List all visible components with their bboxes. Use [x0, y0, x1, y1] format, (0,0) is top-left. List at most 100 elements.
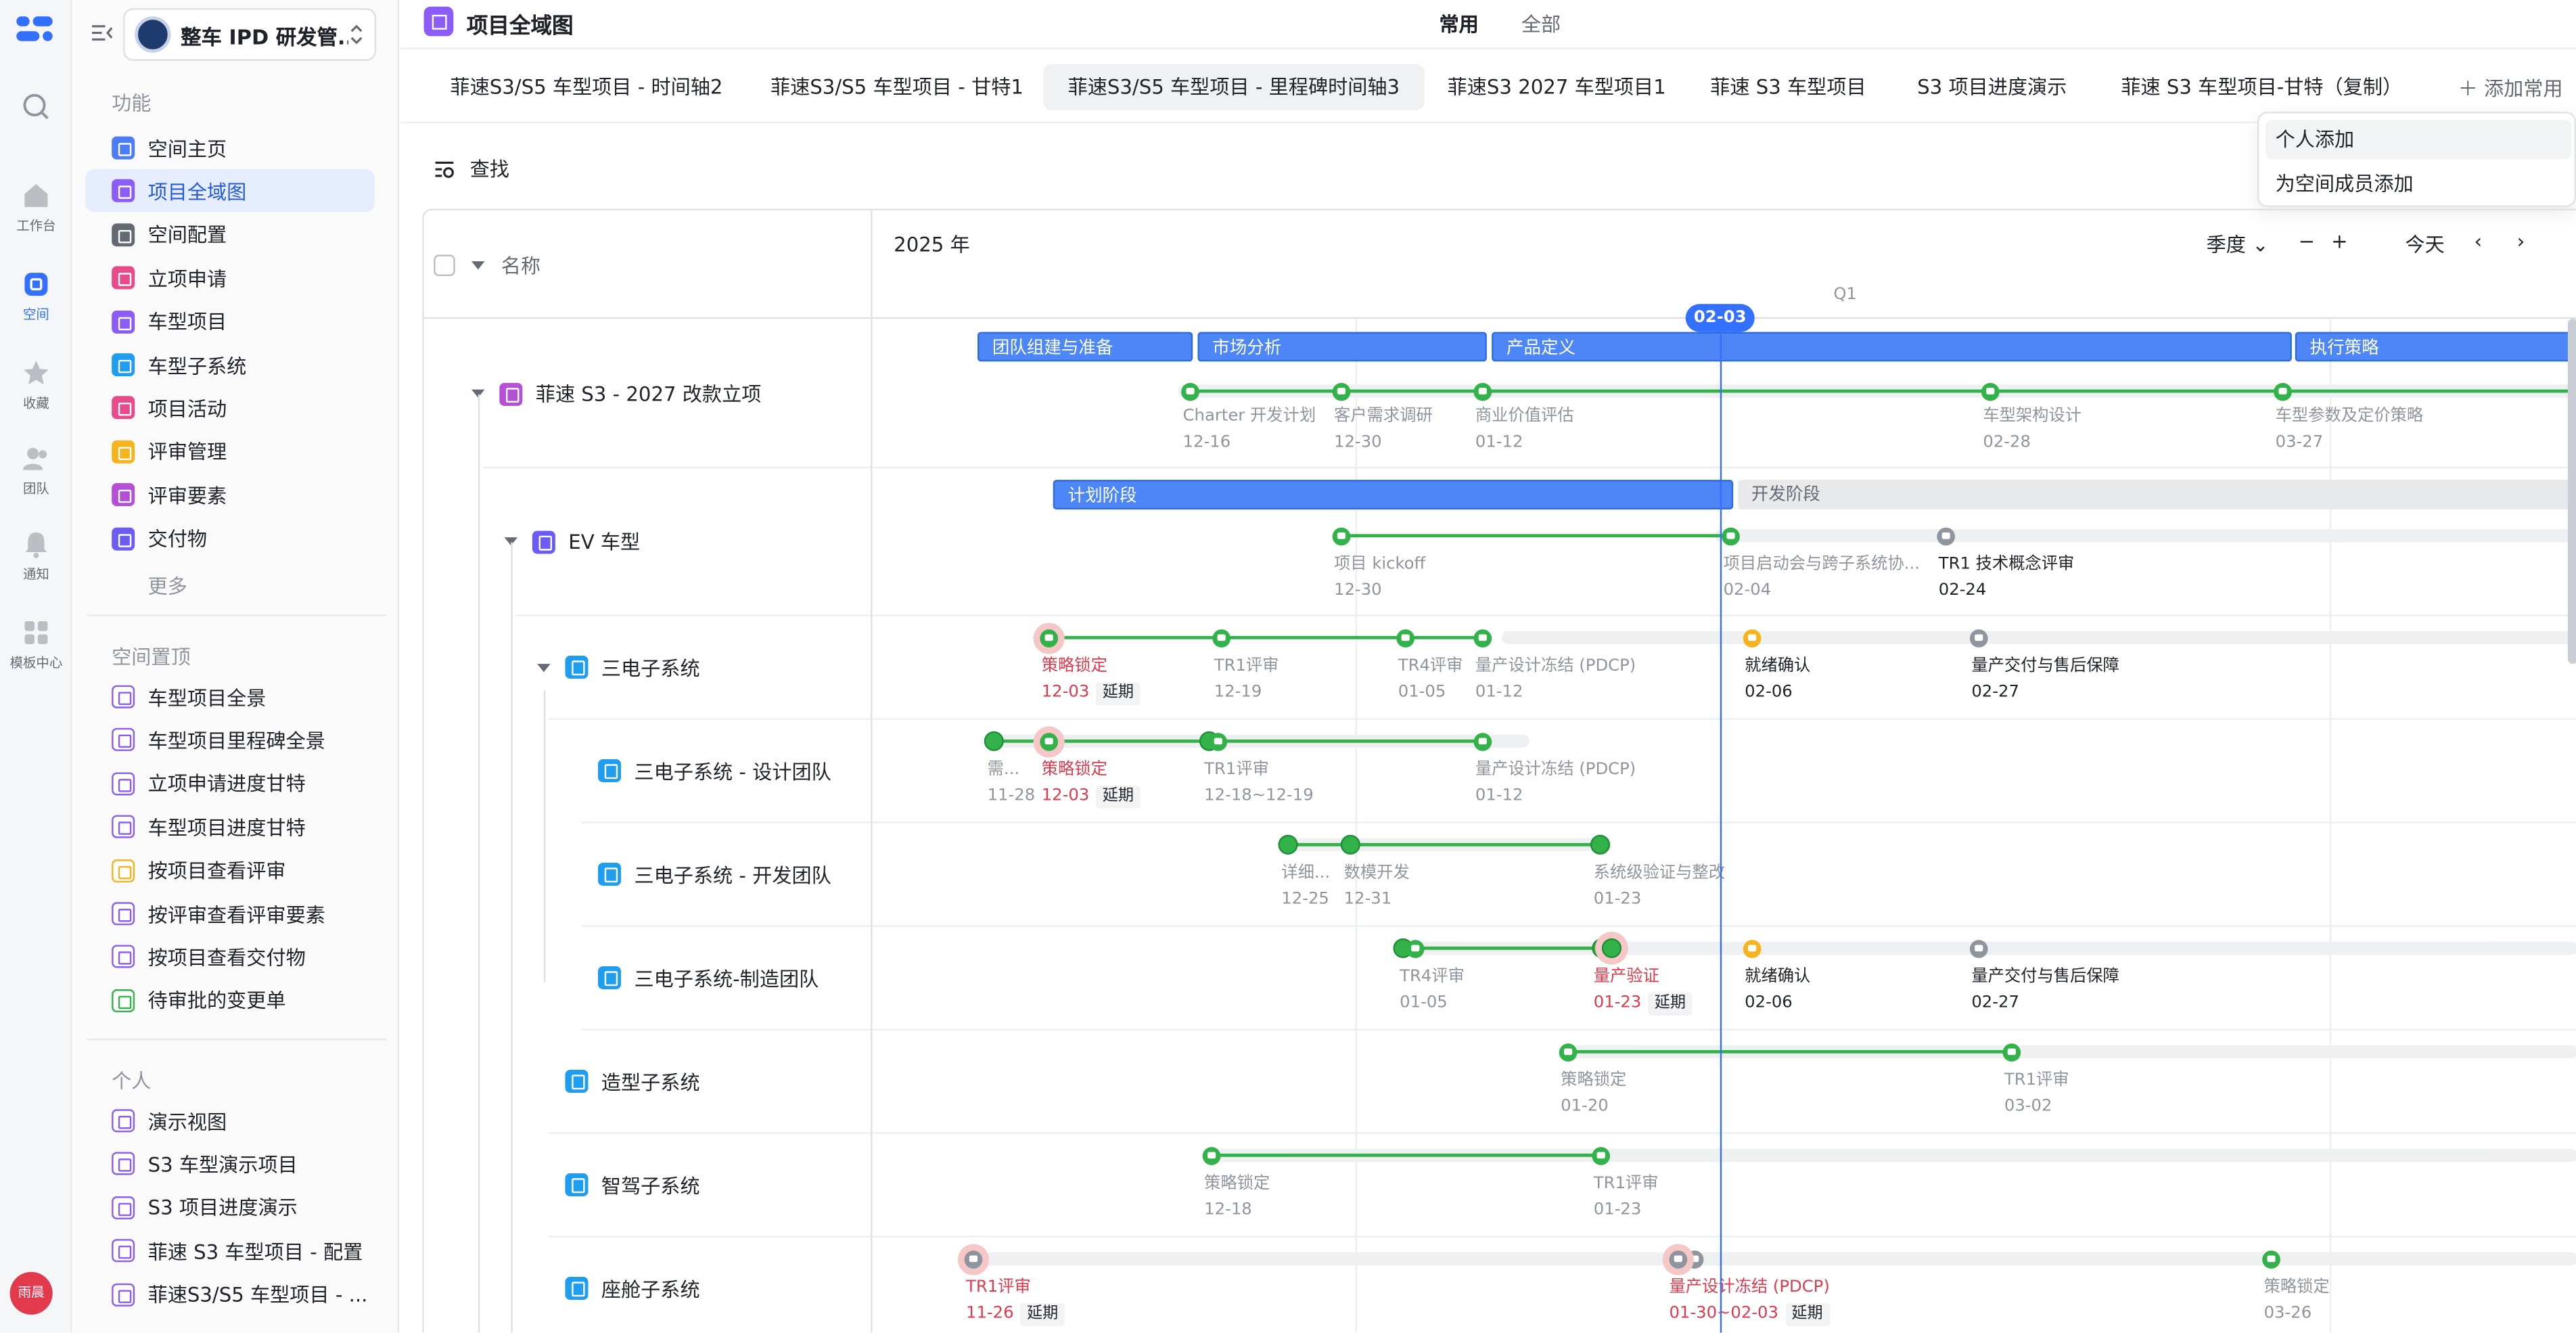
prev-button[interactable]: ‹: [2474, 230, 2482, 253]
name-header-label: 名称: [501, 254, 541, 278]
milestone-date-text: 12-18~12-19: [1204, 787, 1314, 806]
sidebar-item-personal-2[interactable]: S3 车型演示项目: [85, 1143, 374, 1185]
rail-space[interactable]: 空间: [0, 269, 72, 323]
chevron-updown-icon: [350, 24, 363, 45]
sidebar-item-function-9[interactable]: 评审要素: [85, 474, 374, 516]
gantt-row-name[interactable]: 三电子系统 - 开发团队: [598, 860, 831, 888]
view-tab-4[interactable]: 菲速S3 2027 车型项目1: [1423, 64, 1690, 110]
milestone-marker: [1592, 1147, 1611, 1165]
tab-all[interactable]: 全部: [1521, 10, 1561, 38]
row-divider: [872, 614, 2576, 616]
collapse-row-icon[interactable]: [537, 662, 551, 672]
sidebar-item-function-2[interactable]: 项目全域图: [85, 170, 375, 213]
sidebar-item-function-1[interactable]: 空间主页: [85, 127, 374, 169]
sidebar-item-function-4[interactable]: 立项申请: [85, 256, 374, 299]
rail-team[interactable]: 团队: [0, 444, 72, 498]
milestone-date-text: 01-12: [1475, 787, 1523, 806]
sidebar-item-personal-3[interactable]: S3 项目进度演示: [85, 1186, 374, 1229]
view-tab-5[interactable]: 菲速 S3 车型项目: [1686, 64, 1891, 110]
personal-section-title: 个人: [112, 1070, 152, 1093]
next-button[interactable]: ›: [2517, 230, 2525, 253]
dropdown-personal-add[interactable]: 个人添加: [2266, 120, 2571, 160]
sidebar-item-pinned-8[interactable]: 待审批的变更单: [85, 979, 374, 1022]
gantt-row-name[interactable]: 菲速 S3 - 2027 改款立项: [499, 380, 761, 407]
sidebar-item-function-8[interactable]: 评审管理: [85, 430, 374, 473]
rail-workbench[interactable]: 工作台: [0, 181, 72, 235]
sidebar-item-function-3[interactable]: 空间配置: [85, 213, 374, 256]
nav-label: 空间配置: [147, 224, 227, 248]
add-common-button[interactable]: ＋ 添加常用: [2458, 74, 2563, 101]
milestone-label: TR4评审 01-05: [1398, 654, 1463, 707]
select-all-checkbox[interactable]: [434, 254, 455, 277]
user-avatar[interactable]: 雨晨: [9, 1271, 53, 1315]
view-icon: [112, 1282, 135, 1306]
gantt-row-name[interactable]: 三电子系统: [565, 653, 700, 681]
gantt-view: 名称 菲速 S3 - 2027 改款立项 EV 车型三电子系统三电子系统 - 设计…: [422, 208, 2576, 1333]
gantt-row-name[interactable]: EV 车型: [532, 528, 640, 556]
milestone-name: TR1评审: [1204, 761, 1269, 780]
expand-all-icon[interactable]: [472, 261, 485, 270]
milestone-label: TR1评审 03-02: [2004, 1068, 2069, 1121]
rail-notify[interactable]: 通知: [0, 529, 72, 583]
view-tab-3[interactable]: 菲速S3/S5 车型项目 - 里程碑时间轴3: [1043, 64, 1425, 110]
sidebar-item-pinned-2[interactable]: 车型项目里程碑全景: [85, 719, 374, 761]
zoom-out-button[interactable]: −: [2299, 230, 2315, 253]
view-tab-2[interactable]: 菲速S3/S5 车型项目 - 甘特1: [746, 64, 1049, 110]
row-type-icon: [565, 1070, 589, 1093]
milestone-label: 车型参数及定价策略 03-27: [2276, 404, 2424, 457]
view-tab-1[interactable]: 菲速S3/S5 车型项目 - 时间轴2: [426, 64, 748, 110]
team-icon: [23, 447, 47, 470]
sidebar-item-pinned-5[interactable]: 按项目查看评审: [85, 849, 374, 892]
gantt-row-name[interactable]: 智驾子系统: [565, 1171, 700, 1198]
milestone-marker: [2002, 1043, 2021, 1062]
milestone-label: 量产设计冻结 (PDCP) 01-30~02-03 延期: [1669, 1275, 1830, 1328]
today-button[interactable]: 今天: [2405, 230, 2444, 258]
view-tab-6[interactable]: S3 项目进度演示: [1893, 64, 2092, 110]
app-logo-icon[interactable]: [13, 13, 55, 46]
sidebar-item-pinned-6[interactable]: 按评审查看评审要素: [85, 893, 374, 935]
milestone-marker: [1685, 1250, 1704, 1269]
tab-common[interactable]: 常用: [1439, 10, 1478, 38]
gantt-row-name[interactable]: 座舱子系统: [565, 1274, 700, 1302]
sidebar-item-personal-5[interactable]: 菲速S3/S5 车型项目 - ...: [85, 1273, 374, 1315]
space-selector[interactable]: 整车 IPD 研发管...: [123, 8, 377, 61]
sidebar-item-personal-1[interactable]: 演示视图: [85, 1100, 374, 1142]
nav-label: 立项申请进度甘特: [147, 773, 306, 796]
milestone-date: 12-16: [1183, 430, 1316, 457]
dropdown-member-add[interactable]: 为空间成员添加: [2266, 164, 2571, 204]
scale-select[interactable]: 季度 ⌄: [2207, 230, 2269, 258]
sidebar-item-function-6[interactable]: 车型子系统: [85, 344, 374, 386]
sidebar-item-pinned-3[interactable]: 立项申请进度甘特: [85, 762, 374, 805]
rail-search[interactable]: [0, 92, 72, 128]
find-button[interactable]: 查找: [434, 154, 509, 182]
milestone-date-text: 01-05: [1398, 683, 1446, 702]
sidebar-item-function-10[interactable]: 交付物: [85, 517, 374, 560]
rail-favorites[interactable]: 收藏: [0, 358, 72, 412]
more-link[interactable]: 更多: [148, 572, 187, 600]
collapse-sidebar-icon[interactable]: [91, 22, 114, 45]
view-tab-7[interactable]: 菲速 S3 车型项目-甘特（复制）: [2096, 64, 2427, 110]
sidebar-item-pinned-7[interactable]: 按项目查看交付物: [85, 936, 374, 978]
space-icon: [24, 273, 48, 296]
gantt-row-name[interactable]: 造型子系统: [565, 1067, 700, 1095]
top-bar: 项目全域图 常用 全部: [400, 0, 2576, 49]
phase-bar: 开发阶段: [1738, 480, 2576, 510]
row-divider: [581, 925, 871, 927]
row-divider: [483, 466, 871, 469]
milestone-date-text: 12-18: [1204, 1201, 1252, 1220]
gantt-row-name[interactable]: 三电子系统-制造团队: [598, 964, 819, 991]
sidebar-item-function-5[interactable]: 车型项目: [85, 300, 374, 342]
sidebar-item-personal-4[interactable]: 菲速 S3 车型项目 - 配置: [85, 1229, 374, 1272]
rail-templates[interactable]: 模板中心: [0, 618, 72, 672]
zoom-in-button[interactable]: +: [2331, 230, 2347, 253]
gantt-row-name[interactable]: 三电子系统 - 设计团队: [598, 756, 831, 784]
milestone-label: 就绪确认 02-06: [1745, 965, 1810, 1018]
milestone-label: TR1评审 12-18~12-19: [1204, 758, 1314, 811]
milestone-label: 车型架构设计 02-28: [1983, 404, 2082, 457]
vertical-scrollbar[interactable]: [2567, 319, 2576, 664]
sidebar-item-pinned-1[interactable]: 车型项目全景: [85, 675, 374, 718]
sidebar-item-function-7[interactable]: 项目活动: [85, 387, 374, 430]
milestone-date: 03-02: [2004, 1094, 2069, 1121]
sidebar-item-pinned-4[interactable]: 车型项目进度甘特: [85, 805, 374, 848]
page-icon: [423, 6, 454, 37]
